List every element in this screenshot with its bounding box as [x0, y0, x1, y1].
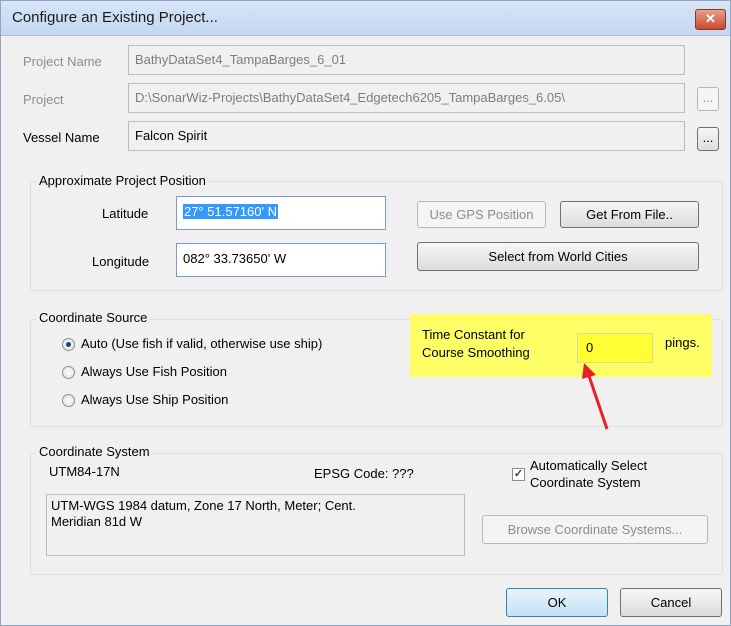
project-path-field: D:\SonarWiz-Projects\BathyDataSet4_Edget…	[128, 83, 685, 113]
close-button[interactable]: ✕	[695, 9, 726, 30]
coordinate-source-title: Coordinate Source	[36, 310, 151, 325]
window-title: Configure an Existing Project...	[12, 9, 218, 26]
radio-auto[interactable]	[62, 338, 75, 351]
project-name-field: BathyDataSet4_TampaBarges_6_01	[128, 45, 685, 75]
configure-project-dialog: Configure an Existing Project... ✕ Proje…	[0, 0, 731, 626]
auto-select-label-line1[interactable]: Automatically Select	[530, 458, 647, 473]
position-group-title: Approximate Project Position	[36, 173, 209, 188]
radio-auto-label[interactable]: Auto (Use fish if valid, otherwise use s…	[81, 336, 322, 351]
auto-select-label-line2[interactable]: Coordinate System	[530, 475, 641, 490]
description-line1: UTM-WGS 1984 datum, Zone 17 North, Meter…	[51, 498, 356, 513]
radio-fish-label[interactable]: Always Use Fish Position	[81, 364, 227, 379]
longitude-input[interactable]: 082° 33.73650' W	[176, 243, 386, 277]
radio-ship-label[interactable]: Always Use Ship Position	[81, 392, 228, 407]
project-name-label: Project Name	[23, 54, 102, 69]
coordinate-system-title: Coordinate System	[36, 444, 153, 459]
vessel-name-field[interactable]: Falcon Spirit	[128, 121, 685, 151]
radio-fish-position[interactable]	[62, 366, 75, 379]
get-from-file-button[interactable]: Get From File..	[560, 201, 699, 228]
ok-button[interactable]: OK	[506, 588, 608, 617]
time-constant-label-line1: Time Constant for	[422, 327, 525, 342]
coordinate-system-description: UTM-WGS 1984 datum, Zone 17 North, Meter…	[46, 494, 465, 556]
epsg-code-label: EPSG Code: ???	[314, 466, 414, 481]
utm-zone-label: UTM84-17N	[49, 464, 120, 479]
latitude-label: Latitude	[102, 206, 149, 221]
title-bar[interactable]: Configure an Existing Project... ✕	[1, 1, 730, 36]
annotation-arrow-icon	[582, 363, 609, 430]
latitude-value: 27° 51.57160' N	[183, 204, 278, 219]
latitude-input[interactable]: 27° 51.57160' N	[176, 196, 386, 230]
use-gps-position-button[interactable]: Use GPS Position	[417, 201, 546, 228]
project-path-label: Project	[23, 92, 64, 107]
project-browse-button[interactable]: ...	[697, 87, 719, 111]
time-constant-label-line2: Course Smoothing	[422, 345, 530, 360]
description-line2: Meridian 81d W	[51, 514, 143, 529]
pings-label: pings.	[665, 335, 700, 350]
longitude-label: Longitude	[92, 254, 150, 269]
auto-select-checkbox[interactable]: ✓	[512, 468, 525, 481]
browse-coordinate-systems-button[interactable]: Browse Coordinate Systems...	[482, 515, 708, 544]
vessel-name-label: Vessel Name	[23, 130, 100, 145]
close-icon: ✕	[705, 11, 716, 26]
vessel-browse-button[interactable]: ...	[697, 127, 719, 151]
select-world-cities-button[interactable]: Select from World Cities	[417, 242, 699, 271]
cancel-button[interactable]: Cancel	[620, 588, 722, 617]
radio-ship-position[interactable]	[62, 394, 75, 407]
